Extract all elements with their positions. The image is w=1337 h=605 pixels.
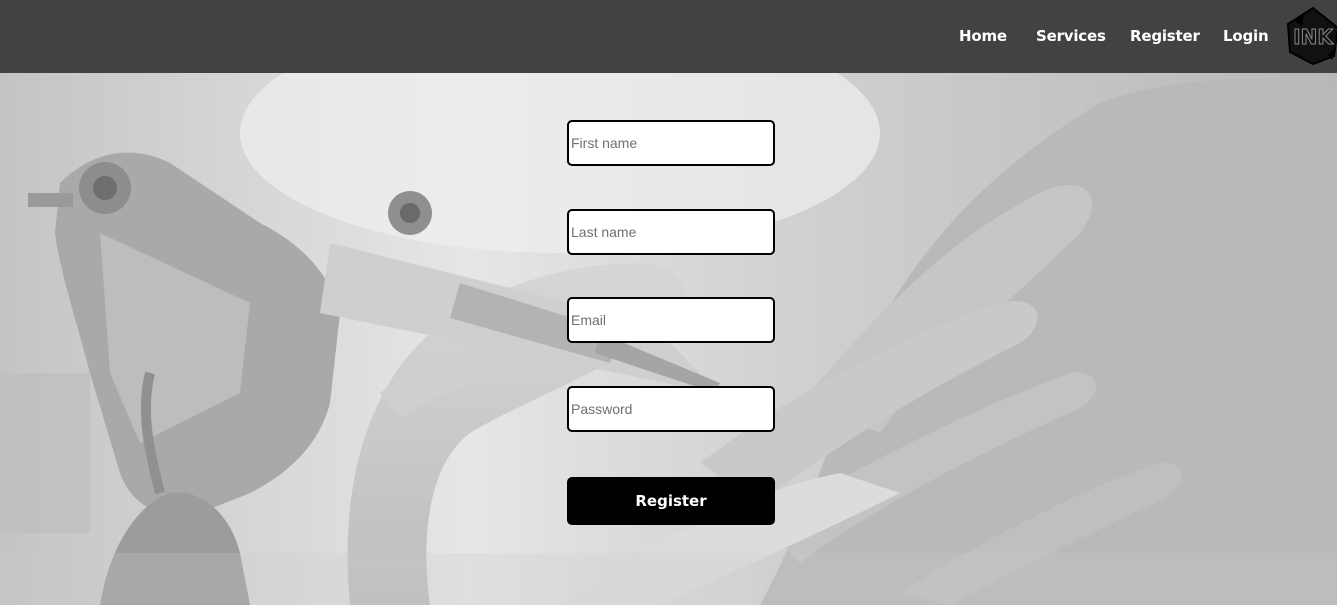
password-input[interactable] xyxy=(567,386,775,432)
top-navigation-bar: Home Services Register Login INK xyxy=(0,0,1337,73)
nav-link-services[interactable]: Services xyxy=(1036,27,1106,45)
nav-link-login[interactable]: Login xyxy=(1223,27,1269,45)
register-submit-button[interactable]: Register xyxy=(567,477,775,525)
first-name-input[interactable] xyxy=(567,120,775,166)
email-input[interactable] xyxy=(567,297,775,343)
ink-logo[interactable]: INK xyxy=(1284,6,1337,66)
ink-logo-icon: INK xyxy=(1286,6,1337,66)
page: Home Services Register Login INK First n… xyxy=(0,0,1337,605)
nav-link-register[interactable]: Register xyxy=(1130,27,1200,45)
last-name-input[interactable] xyxy=(567,209,775,255)
logo-lettering: INK xyxy=(1293,25,1334,49)
nav-link-home[interactable]: Home xyxy=(959,27,1007,45)
